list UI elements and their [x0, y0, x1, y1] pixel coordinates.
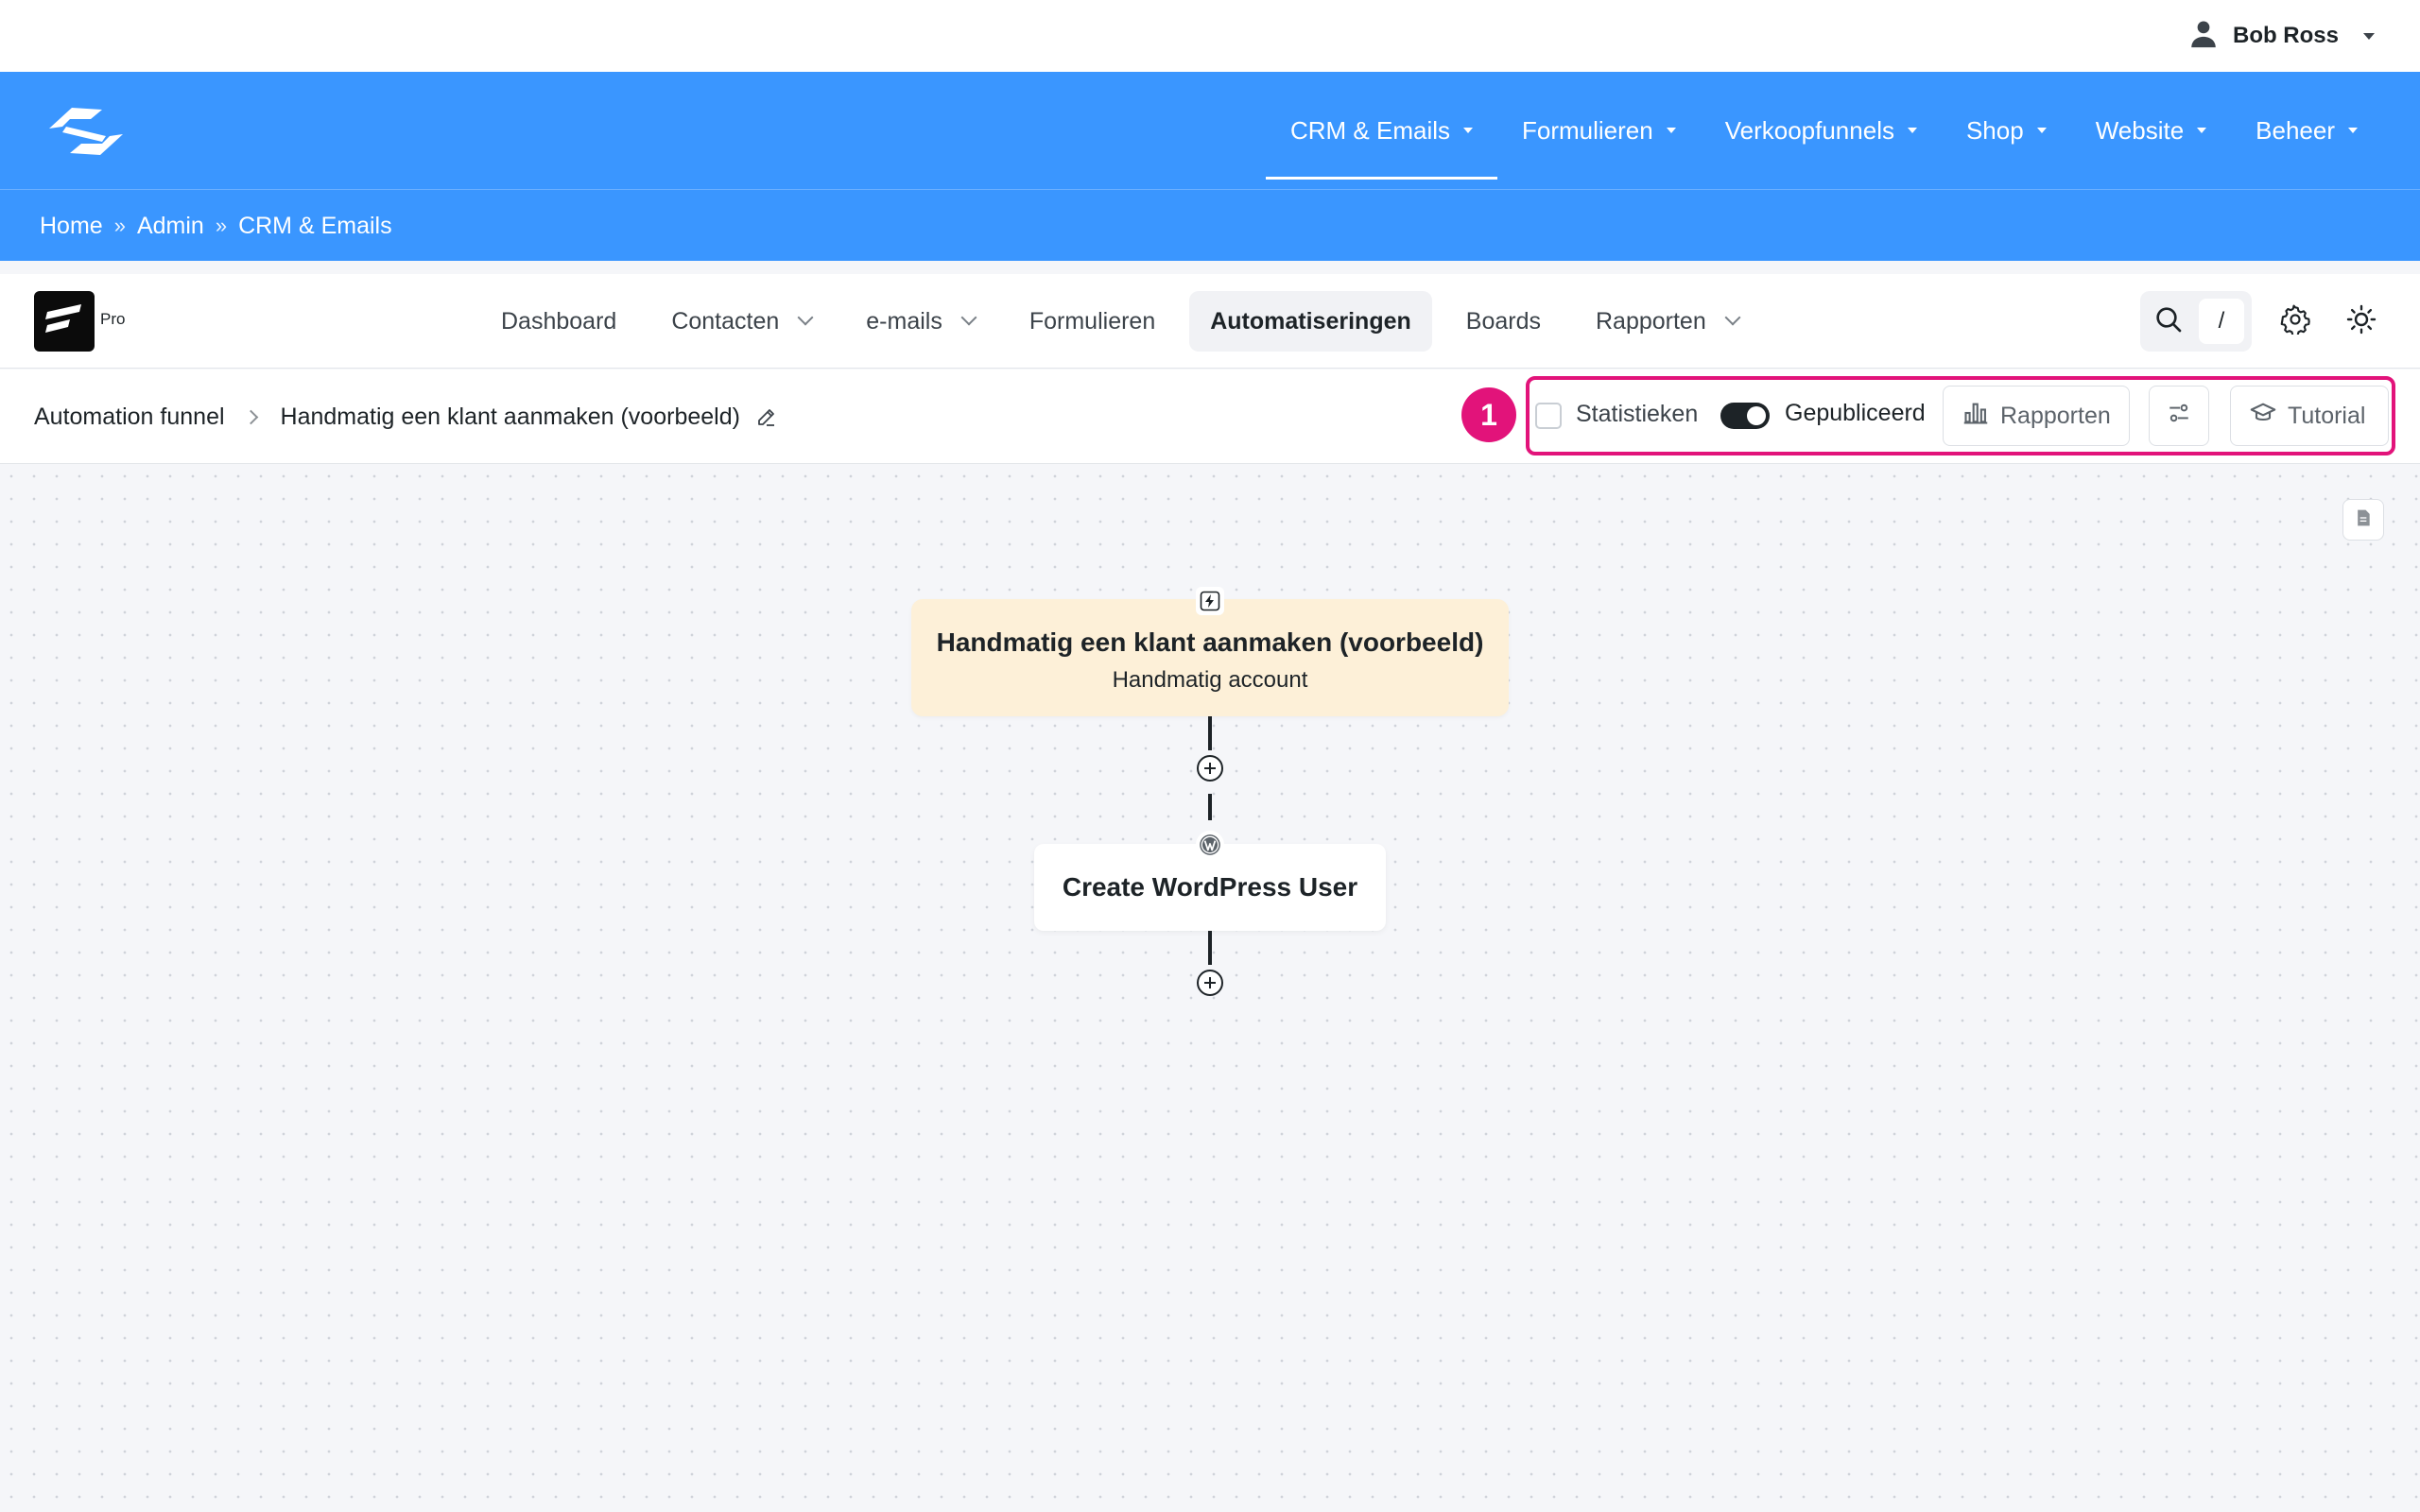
notes-button[interactable]: [2342, 499, 2384, 541]
connector-line: [1208, 716, 1212, 750]
breadcrumb-crm-emails[interactable]: CRM & Emails: [238, 213, 392, 240]
chevron-down-icon: [1724, 309, 1741, 326]
breadcrumb-admin[interactable]: Admin: [137, 213, 204, 240]
sun-icon: [2346, 304, 2377, 339]
tutorial-label: Tutorial: [2288, 402, 2366, 429]
caret-down-icon: [1666, 128, 1676, 133]
automation-funnel-link[interactable]: Automation funnel: [34, 404, 225, 431]
plugin-navbar: Pro Dashboard Contacten e-mails Formulie…: [0, 274, 2420, 369]
statistics-label: Statistieken: [1576, 401, 1699, 427]
breadcrumb-separator: »: [215, 214, 228, 237]
menu-item-verkoopfunnels[interactable]: Verkoopfunnels: [1701, 72, 1942, 189]
caret-down-icon: [2197, 128, 2207, 133]
user-icon: [2187, 18, 2220, 55]
filter-settings-button[interactable]: [2149, 386, 2209, 446]
chevron-down-icon: [797, 309, 814, 326]
site-logo[interactable]: [43, 100, 129, 163]
tab-automatiseringen[interactable]: Automatiseringen: [1189, 291, 1432, 352]
tutorial-button[interactable]: Tutorial: [2230, 386, 2389, 446]
add-step-button-end[interactable]: [1197, 970, 1223, 996]
automation-title: Handmatig een klant aanmaken (voorbeeld): [280, 403, 740, 430]
plus-icon: [1204, 977, 1216, 988]
trigger-title: Handmatig een klant aanmaken (voorbeeld): [936, 627, 1484, 657]
statistics-checkbox[interactable]: [1535, 403, 1562, 429]
lightning-icon: [1196, 587, 1224, 615]
caret-down-icon: [1463, 128, 1473, 133]
action-title: Create WordPress User: [1062, 872, 1358, 902]
tab-dashboard[interactable]: Dashboard: [480, 291, 637, 352]
automation-breadcrumb: Automation funnel Handmatig een klant aa…: [34, 369, 778, 464]
main-menu: CRM & Emails Formulieren Verkoopfunnels …: [1265, 72, 2382, 189]
pro-badge: Pro: [100, 310, 126, 328]
graduation-cap-icon: [2250, 400, 2276, 433]
tab-contacten[interactable]: Contacten: [650, 291, 832, 352]
reports-label: Rapporten: [2000, 402, 2111, 429]
user-menu[interactable]: Bob Ross: [2187, 15, 2375, 57]
plus-icon: [1204, 763, 1216, 774]
caret-down-icon: [2036, 128, 2047, 133]
menu-item-shop[interactable]: Shop: [1942, 72, 2071, 189]
document-icon: [2354, 508, 2373, 532]
connector-line: [1208, 931, 1212, 965]
breadcrumb-separator: »: [113, 214, 126, 237]
search-button[interactable]: /: [2140, 291, 2252, 352]
bar-chart-icon: [1962, 400, 1989, 433]
breadcrumb-home[interactable]: Home: [40, 213, 103, 240]
menu-item-beheer[interactable]: Beheer: [2231, 72, 2382, 189]
edit-pencil-icon[interactable]: [755, 405, 778, 428]
tab-emails[interactable]: e-mails: [845, 291, 995, 352]
theme-toggle[interactable]: [2339, 299, 2384, 344]
plugin-logo[interactable]: [34, 291, 95, 352]
published-label: Gepubliceerd: [1785, 400, 1926, 426]
wordpress-icon: [1196, 831, 1224, 859]
trigger-node[interactable]: Handmatig een klant aanmaken (voorbeeld)…: [911, 599, 1509, 716]
search-icon: [2153, 304, 2184, 339]
add-step-button[interactable]: [1197, 755, 1223, 782]
step-number-badge: 1: [1461, 387, 1516, 442]
reports-button[interactable]: Rapporten: [1943, 386, 2130, 446]
user-bar: Bob Ross: [0, 0, 2420, 72]
sliders-icon: [2167, 401, 2191, 432]
menu-item-formulieren[interactable]: Formulieren: [1497, 72, 1701, 189]
chevron-right-icon: [243, 409, 258, 424]
main-navigation: CRM & Emails Formulieren Verkoopfunnels …: [0, 72, 2420, 189]
trigger-subtitle: Handmatig account: [1112, 667, 1308, 693]
plugin-menu: Dashboard Contacten e-mails Formulieren …: [480, 290, 1759, 352]
breadcrumb-bar: Home » Admin » CRM & Emails: [0, 189, 2420, 261]
caret-down-icon: [1907, 128, 1917, 133]
settings-button[interactable]: [2273, 299, 2318, 344]
search-shortcut: /: [2199, 299, 2244, 344]
connector-line: [1208, 794, 1212, 820]
breadcrumb: Home » Admin » CRM & Emails: [40, 190, 392, 262]
user-name: Bob Ross: [2232, 23, 2339, 48]
tab-boards[interactable]: Boards: [1445, 291, 1562, 352]
chevron-down-icon: [960, 309, 977, 326]
toggle-knob: [1747, 406, 1766, 425]
caret-down-icon: [2348, 128, 2358, 133]
published-toggle[interactable]: [1720, 403, 1770, 429]
menu-item-crm-emails[interactable]: CRM & Emails: [1265, 72, 1498, 189]
gear-icon: [2280, 304, 2310, 339]
menu-item-website[interactable]: Website: [2071, 72, 2231, 189]
tab-formulieren[interactable]: Formulieren: [1009, 291, 1176, 352]
tab-rapporten[interactable]: Rapporten: [1575, 291, 1759, 352]
caret-down-icon: [2363, 32, 2375, 40]
